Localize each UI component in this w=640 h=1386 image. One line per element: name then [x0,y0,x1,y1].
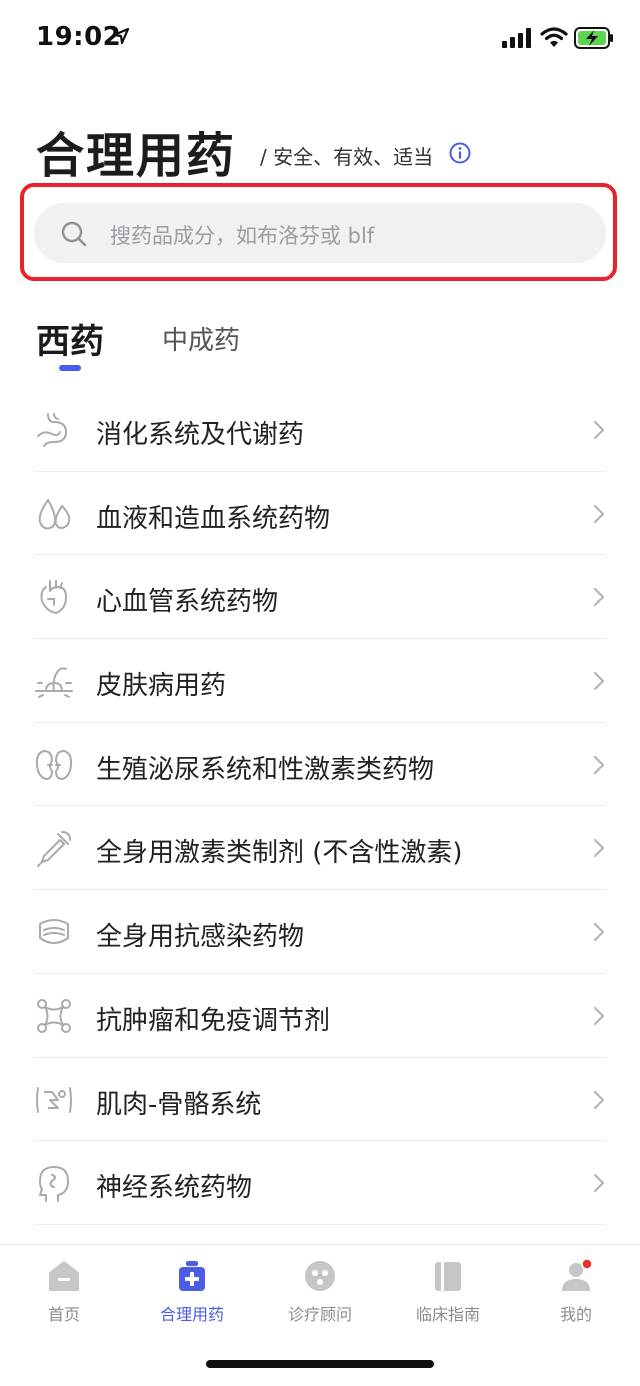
category-item-cardiovascular[interactable]: 心血管系统药物 [34,555,606,640]
tabbar-diagnosis-consultant[interactable]: 诊疗顾问 [260,1259,380,1331]
category-label: 肌肉-骨骼系统 [96,1089,262,1120]
tabbar-home[interactable]: 首页 [4,1259,124,1331]
search-placeholder: 搜药品成分，如布洛芬或 blf [110,224,375,248]
page-title: 合理用药 [36,128,237,184]
chevron-right-icon [593,1174,605,1193]
tab-western-medicine[interactable]: 西药 [36,314,104,363]
page-subtitle: / 安全、有效、适当 [260,145,434,169]
notification-badge [581,1259,593,1270]
category-item-genitourinary[interactable]: 生殖泌尿系统和性激素类药物 [34,723,606,807]
blood-drops-icon [38,498,71,530]
chevron-right-icon [593,504,605,523]
category-label: 全身用激素类制剂 (不含性激素) [96,838,463,869]
category-label: 生殖泌尿系统和性激素类药物 [96,754,435,785]
tabbar-profile[interactable]: 我的 [516,1259,636,1331]
kidney-icon [35,749,73,780]
search-input[interactable]: 搜药品成分，如布洛芬或 blf [34,203,606,263]
wifi-icon [540,27,568,47]
category-item-nervous-system[interactable]: 神经系统药物 [34,1141,606,1225]
tabbar-label: 诊疗顾问 [287,1305,352,1324]
dropper-icon [37,831,71,868]
search-icon [61,221,87,247]
category-item-anti-infectives[interactable]: 全身用抗感染药物 [34,890,606,974]
molecule-icon [37,998,71,1033]
chevron-right-icon [593,420,605,440]
active-tab-indicator [59,365,81,371]
home-icon [49,1261,79,1291]
category-label: 皮肤病用药 [96,671,227,702]
tabbar-label: 临床指南 [415,1305,480,1324]
category-item-digestive[interactable]: 消化系统及代谢药 [34,388,606,472]
battery-charging-icon [574,27,613,49]
tabbar-label: 首页 [47,1305,80,1324]
category-item-dermatology[interactable]: 皮肤病用药 [34,639,606,723]
guide-book-icon [435,1262,461,1291]
skin-hair-icon [35,667,73,699]
category-label: 抗肿瘤和免疫调节剂 [96,1005,331,1036]
mask-icon [39,919,69,945]
category-list: 消化系统及代谢药 血液和造血系统药物 心血管系统药物 皮肤病用药 生殖泌尿系统和… [34,388,606,1225]
category-label: 神经系统药物 [96,1173,253,1204]
chevron-right-icon [593,755,605,774]
heart-icon [40,580,68,615]
status-bar: 19:02 [0,0,640,80]
category-label: 血液和造血系统药物 [96,503,331,534]
category-item-musculoskeletal[interactable]: 肌肉-骨骼系统 [34,1058,606,1142]
category-item-blood[interactable]: 血液和造血系统药物 [34,472,606,556]
category-label: 全身用抗感染药物 [96,922,305,953]
chevron-right-icon [593,588,605,607]
tabbar-rational-medication[interactable]: 合理用药 [132,1259,252,1331]
tabbar-label: 合理用药 [159,1305,224,1324]
head-nerve-icon [39,1166,69,1203]
bone-icon [36,1086,72,1113]
chevron-right-icon [593,1006,605,1025]
category-label: 心血管系统药物 [96,587,279,618]
stomach-icon [37,413,68,447]
consultant-icon [305,1261,335,1291]
info-icon[interactable] [449,142,471,164]
chevron-right-icon [593,1090,605,1109]
medicine-kit-icon [179,1261,205,1291]
category-item-antineoplastic[interactable]: 抗肿瘤和免疫调节剂 [34,974,606,1058]
category-label: 消化系统及代谢药 [96,420,305,450]
chevron-right-icon [593,923,605,942]
profile-icon [562,1259,593,1291]
status-time: 19:02 [36,22,122,52]
chevron-right-icon [593,671,605,691]
tabbar-label: 我的 [559,1305,592,1324]
cellular-signal-icon [502,28,531,48]
tab-chinese-patent-medicine[interactable]: 中成药 [162,320,240,357]
category-item-systemic-hormones[interactable]: 全身用激素类制剂 (不含性激素) [34,806,606,891]
chevron-right-icon [593,839,605,858]
location-arrow-icon [112,27,130,45]
home-indicator[interactable] [206,1360,434,1368]
tabbar-clinical-guide[interactable]: 临床指南 [388,1259,508,1331]
